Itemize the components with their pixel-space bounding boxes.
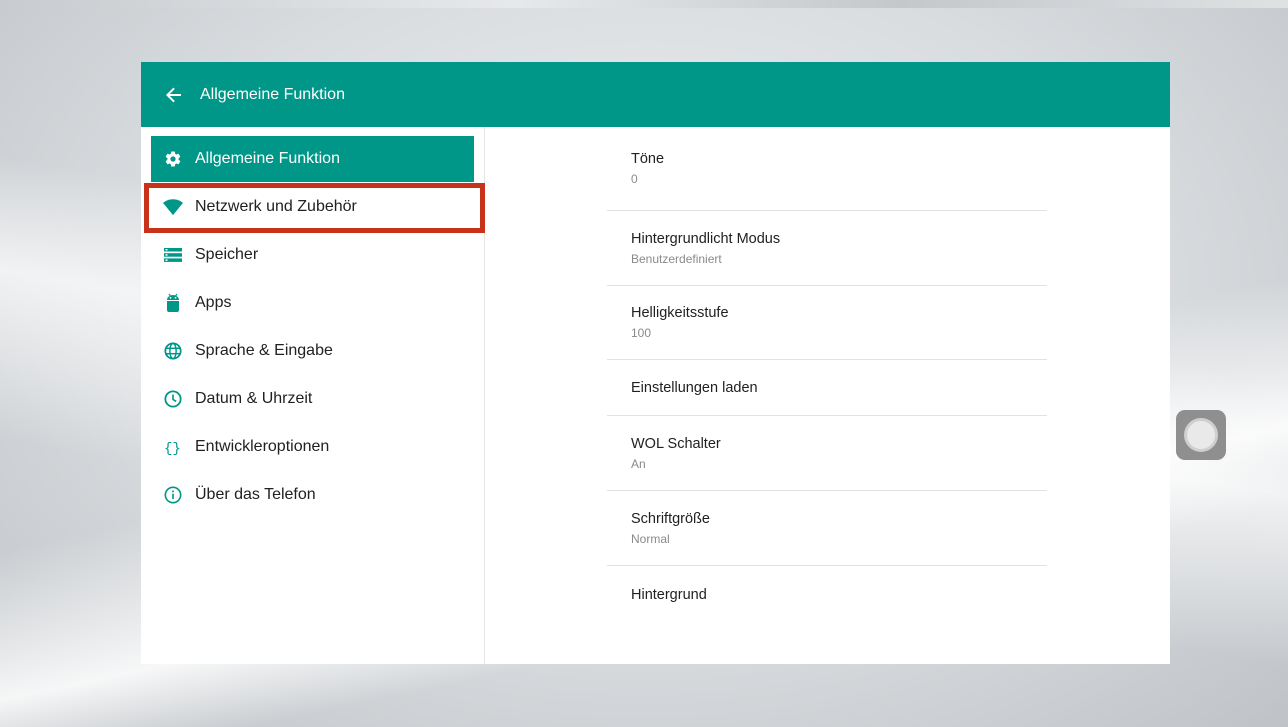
sidebar: Allgemeine Funktion Netzwerk und Zubehör…	[141, 127, 485, 664]
setting-title: Hintergrundlicht Modus	[631, 230, 781, 247]
storage-icon	[163, 245, 183, 265]
setting-summary: Normal	[631, 531, 670, 546]
clock-icon	[163, 389, 183, 409]
sidebar-item-label: Über das Telefon	[195, 486, 316, 503]
back-arrow-icon[interactable]	[163, 84, 185, 106]
setting-title: Einstellungen laden	[631, 379, 758, 396]
sidebar-item-label: Sprache & Eingabe	[195, 342, 333, 359]
sidebar-item-label: Speicher	[195, 246, 259, 263]
globe-icon	[163, 341, 183, 361]
sidebar-item-datum[interactable]: Datum & Uhrzeit	[151, 376, 474, 422]
setting-toene[interactable]: Töne 0	[607, 127, 1047, 211]
setting-wol-schalter[interactable]: WOL Schalter An	[607, 416, 1047, 491]
sidebar-item-telefon[interactable]: Über das Telefon	[151, 472, 474, 518]
wifi-icon	[163, 197, 183, 217]
sidebar-item-apps[interactable]: Apps	[151, 280, 474, 326]
settings-list: Töne 0 Hintergrundlicht Modus Benutzerde…	[607, 127, 1047, 624]
app-bar: Allgemeine Funktion	[141, 62, 1170, 127]
android-icon	[163, 293, 183, 313]
setting-hintergrund[interactable]: Hintergrund	[607, 566, 1047, 624]
info-icon	[163, 485, 183, 505]
setting-helligkeitsstufe[interactable]: Helligkeitsstufe 100	[607, 286, 1047, 360]
sidebar-item-speicher[interactable]: Speicher	[151, 232, 474, 278]
sidebar-item-label: Allgemeine Funktion	[195, 150, 340, 167]
setting-hintergrundlicht-modus[interactable]: Hintergrundlicht Modus Benutzerdefiniert	[607, 211, 1047, 286]
sidebar-item-label: Netzwerk und Zubehör	[195, 198, 357, 215]
setting-title: WOL Schalter	[631, 435, 721, 452]
sidebar-item-label: Entwickleroptionen	[195, 438, 330, 455]
sidebar-item-sprache[interactable]: Sprache & Eingabe	[151, 328, 474, 374]
setting-title: Hintergrund	[631, 587, 707, 603]
setting-summary: Benutzerdefiniert	[631, 251, 722, 266]
gear-icon	[163, 149, 183, 169]
setting-title: Helligkeitsstufe	[631, 305, 729, 321]
sidebar-item-allgemeine-funktion[interactable]: Allgemeine Funktion	[151, 136, 474, 182]
app-bar-title: Allgemeine Funktion	[200, 85, 345, 103]
settings-window: Allgemeine Funktion Allgemeine Funktion …	[141, 62, 1170, 664]
top-status-strip	[0, 0, 1288, 8]
sidebar-item-label: Apps	[195, 294, 232, 311]
setting-einstellungen-laden[interactable]: Einstellungen laden	[607, 360, 1047, 416]
assistive-touch-button[interactable]	[1176, 410, 1226, 460]
setting-summary: 100	[631, 326, 652, 340]
sidebar-item-label: Datum & Uhrzeit	[195, 390, 313, 407]
assistive-touch-icon	[1184, 418, 1218, 452]
svg-text:{}: {}	[164, 441, 181, 455]
braces-icon: {}	[163, 437, 183, 457]
sidebar-item-entwickler[interactable]: {} Entwickleroptionen	[151, 424, 474, 470]
setting-summary: 0	[631, 172, 638, 186]
setting-schriftgroesse[interactable]: Schriftgröße Normal	[607, 491, 1047, 566]
setting-title: Töne	[631, 151, 665, 167]
setting-title: Schriftgröße	[631, 510, 710, 527]
sidebar-item-netzwerk[interactable]: Netzwerk und Zubehör	[151, 184, 474, 230]
setting-summary: An	[631, 456, 646, 471]
